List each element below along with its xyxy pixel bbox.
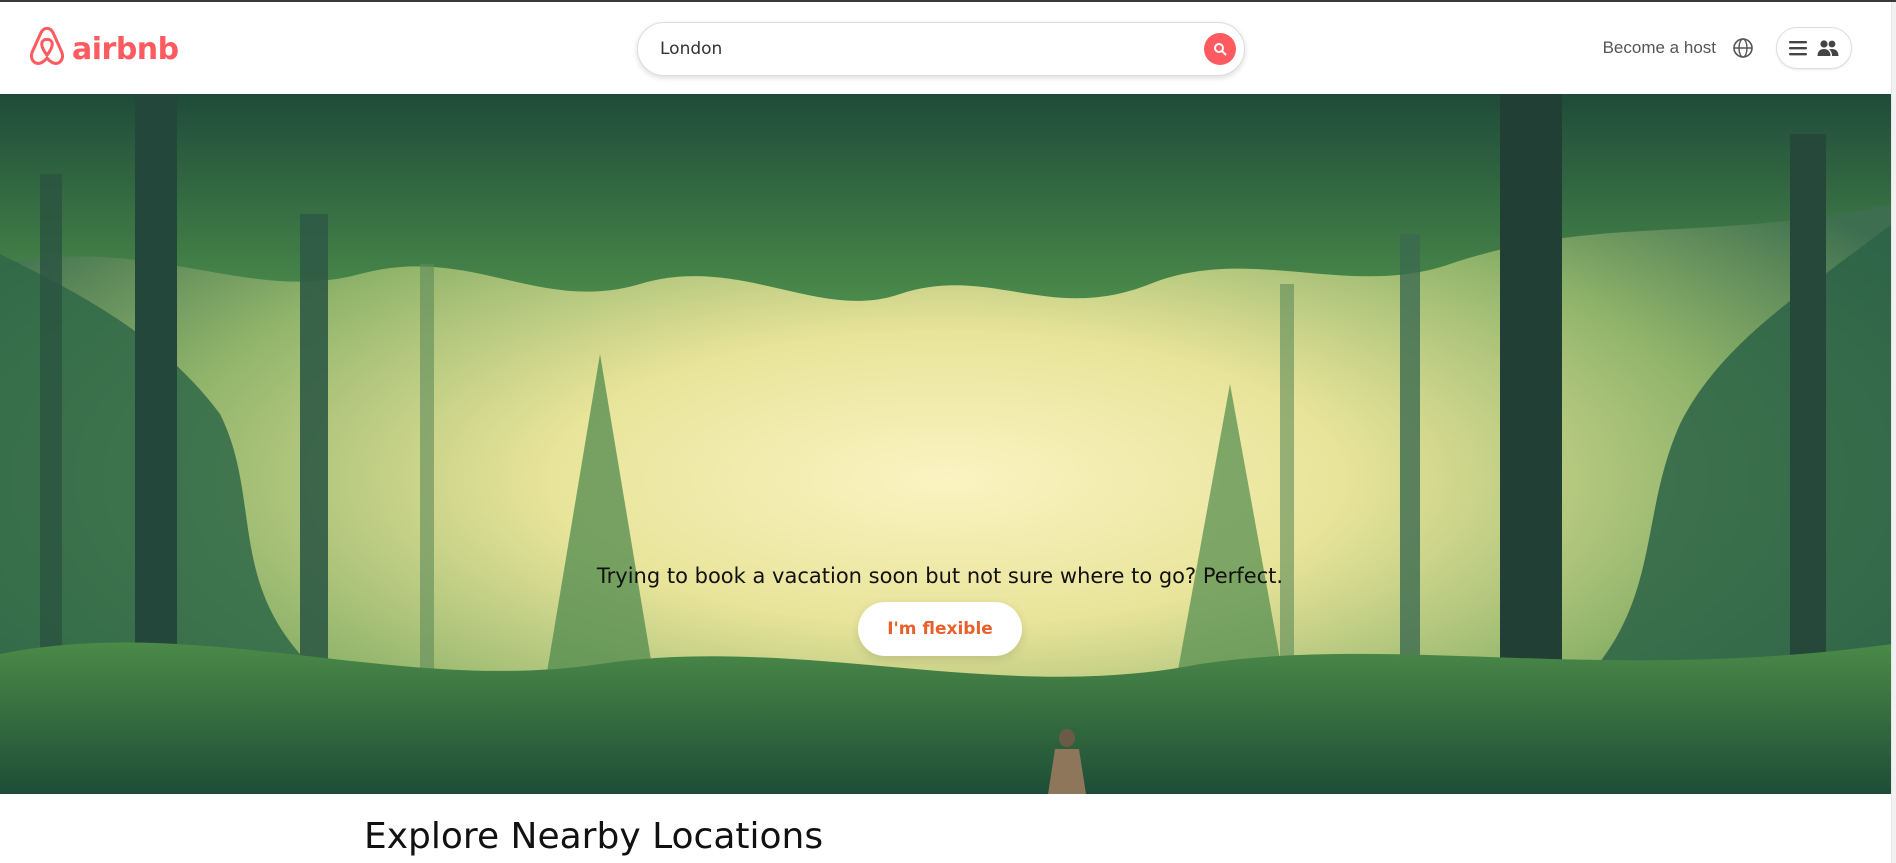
search-button[interactable] xyxy=(1204,33,1236,65)
become-host-link[interactable]: Become a host xyxy=(1603,38,1716,58)
hero-tagline: Trying to book a vacation soon but not s… xyxy=(596,564,1284,588)
search-input[interactable] xyxy=(658,33,1162,65)
globe-icon[interactable] xyxy=(1732,37,1754,59)
explore-nearby-heading: Explore Nearby Locations xyxy=(364,816,824,857)
user-menu-button[interactable] xyxy=(1776,27,1852,69)
forest-illustration xyxy=(0,94,1892,794)
airbnb-belo-icon xyxy=(28,26,66,73)
hero-banner: Trying to book a vacation soon but not s… xyxy=(0,94,1892,794)
nav-right: Become a host xyxy=(1603,26,1852,70)
search-bar xyxy=(637,22,1245,76)
hamburger-icon xyxy=(1789,40,1807,56)
airbnb-logo[interactable]: airbnb xyxy=(28,26,179,73)
search-icon xyxy=(1213,42,1227,56)
users-icon xyxy=(1817,39,1839,57)
top-nav: airbnb Become a host xyxy=(0,2,1892,95)
im-flexible-button[interactable]: I'm flexible xyxy=(858,602,1022,656)
brand-name: airbnb xyxy=(72,32,179,67)
page-scrollbar[interactable] xyxy=(1891,2,1896,863)
